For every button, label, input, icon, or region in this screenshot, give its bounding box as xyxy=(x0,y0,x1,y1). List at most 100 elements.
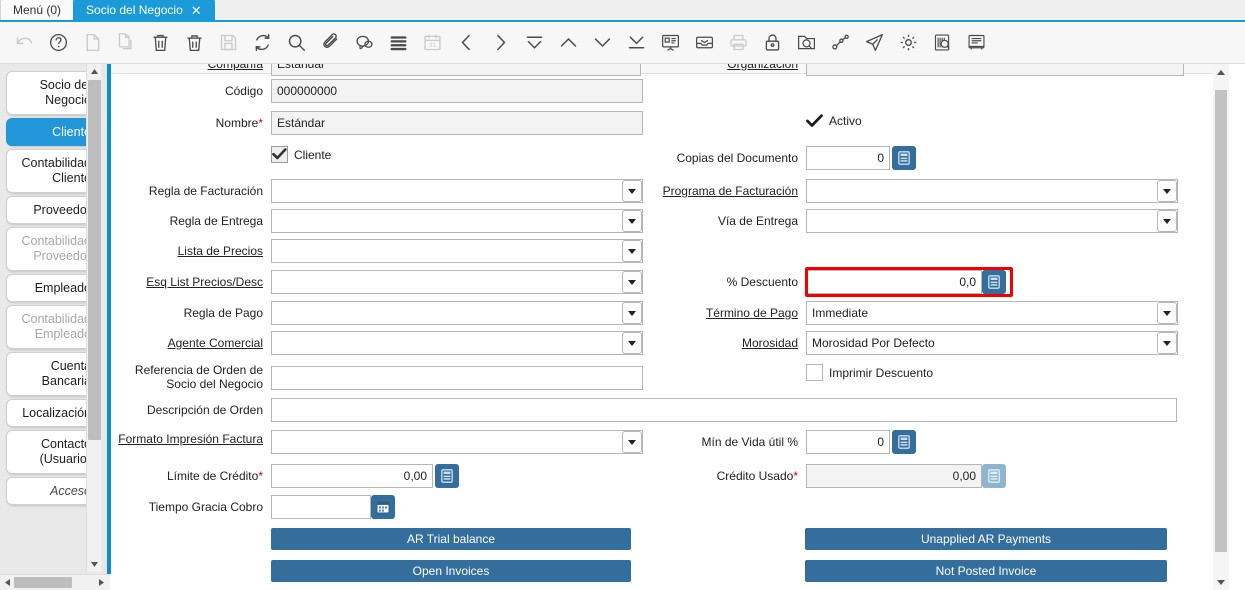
sidebar-item-acceso[interactable]: Acceso xyxy=(6,477,98,505)
field-imprimir-descuento-checkbox[interactable]: Imprimir Descuento xyxy=(806,364,933,381)
refresh-icon[interactable] xyxy=(246,27,278,59)
cliente-checkbox[interactable] xyxy=(271,146,288,163)
form-scroll-thumb[interactable] xyxy=(1215,90,1227,552)
field-nombre-input[interactable]: Estándar xyxy=(271,111,643,135)
calculator-icon[interactable] xyxy=(892,430,916,454)
field-agente-comercial-label[interactable]: Agente Comercial xyxy=(111,336,263,350)
close-icon[interactable]: ✕ xyxy=(191,4,202,17)
calendar-icon[interactable]: 31 xyxy=(416,27,448,59)
field-regla-facturacion-combo[interactable] xyxy=(271,179,643,203)
sidebar-item-contacto-usuario[interactable]: Contacto (Usuario) xyxy=(6,430,98,474)
sidebar-horizontal-scrollbar[interactable] xyxy=(0,574,110,590)
chevron-down-icon[interactable] xyxy=(1157,210,1177,232)
scroll-left-arrow-icon[interactable] xyxy=(0,578,14,587)
help-icon[interactable] xyxy=(42,27,74,59)
chevron-down-icon[interactable] xyxy=(1157,302,1177,324)
first-record-icon[interactable] xyxy=(518,27,550,59)
chat-icon[interactable] xyxy=(348,27,380,59)
calculator-icon[interactable] xyxy=(435,464,459,488)
field-lista-precios-label[interactable]: Lista de Precios xyxy=(111,244,263,258)
unapplied-ar-payments-button[interactable]: Unapplied AR Payments xyxy=(805,528,1167,550)
scroll-down-arrow-icon[interactable] xyxy=(1213,574,1229,590)
up-icon[interactable] xyxy=(552,27,584,59)
open-invoices-button[interactable]: Open Invoices xyxy=(271,560,631,582)
ar-trial-balance-button[interactable]: AR Trial balance xyxy=(271,528,631,550)
field-agente-comercial-combo[interactable] xyxy=(271,331,643,355)
field-programa-facturacion-combo[interactable] xyxy=(806,179,1178,203)
previous-icon[interactable] xyxy=(450,27,482,59)
report-icon[interactable] xyxy=(654,27,686,59)
undo-icon[interactable] xyxy=(8,27,40,59)
field-esq-list-precios-combo[interactable] xyxy=(271,270,643,294)
chevron-down-icon[interactable] xyxy=(622,240,642,262)
last-record-icon[interactable] xyxy=(620,27,652,59)
activo-checkbox[interactable] xyxy=(806,112,823,129)
field-termino-pago-combo[interactable]: Immediate xyxy=(806,301,1178,325)
field-programa-facturacion-label[interactable]: Programa de Facturación xyxy=(638,184,798,198)
sidebar-hscroll-thumb[interactable] xyxy=(14,577,72,588)
field-formato-impresion-combo[interactable] xyxy=(271,430,643,454)
field-descuento-input[interactable]: 0,0 xyxy=(806,270,982,294)
product-info-icon[interactable] xyxy=(926,27,958,59)
next-icon[interactable] xyxy=(484,27,516,59)
field-codigo-input[interactable]: 000000000 xyxy=(271,79,643,103)
field-activo-checkbox[interactable]: Activo xyxy=(806,112,862,129)
delete-selection-icon[interactable] xyxy=(178,27,210,59)
scroll-up-arrow-icon[interactable] xyxy=(1213,64,1229,80)
request-icon[interactable] xyxy=(960,27,992,59)
sidebar-item-localizacion[interactable]: Localización xyxy=(6,399,98,427)
field-copias-documento-input[interactable]: 0 xyxy=(806,146,890,170)
field-organizacion-input[interactable] xyxy=(806,64,1184,76)
sidebar-item-empleado[interactable]: Empleado xyxy=(6,274,98,302)
tab-menu[interactable]: Menú (0) xyxy=(0,0,74,20)
sidebar-vertical-scrollbar[interactable] xyxy=(86,64,101,572)
grid-toggle-icon[interactable] xyxy=(382,27,414,59)
archive-icon[interactable] xyxy=(688,27,720,59)
imprimir-descuento-checkbox[interactable] xyxy=(806,364,823,381)
workflow-icon[interactable] xyxy=(824,27,856,59)
sidebar-item-cuenta-bancaria[interactable]: Cuenta Bancaria xyxy=(6,352,98,396)
chevron-down-icon[interactable] xyxy=(1157,180,1177,202)
calculator-icon[interactable] xyxy=(982,270,1006,294)
field-termino-pago-label[interactable]: Término de Pago xyxy=(638,306,798,320)
lock-icon[interactable] xyxy=(756,27,788,59)
sidebar-item-contabilidad-cliente[interactable]: Contabilidad Cliente xyxy=(6,149,98,193)
send-icon[interactable] xyxy=(858,27,890,59)
field-morosidad-combo[interactable]: Morosidad Por Defecto xyxy=(806,331,1178,355)
new-record-icon[interactable] xyxy=(76,27,108,59)
field-referencia-orden-input[interactable] xyxy=(271,366,643,390)
sidebar-item-proveedor[interactable]: Proveedor xyxy=(6,196,98,224)
field-tiempo-gracia-input[interactable] xyxy=(271,495,371,519)
copy-record-icon[interactable] xyxy=(110,27,142,59)
sidebar-scroll-thumb[interactable] xyxy=(88,80,101,440)
field-formato-impresion-label[interactable]: Formato Impresión Factura xyxy=(111,427,263,446)
not-posted-invoice-button[interactable]: Not Posted Invoice xyxy=(805,560,1167,582)
zoom-across-icon[interactable] xyxy=(790,27,822,59)
search-icon[interactable] xyxy=(280,27,312,59)
field-limite-credito-input[interactable]: 0,00 xyxy=(271,464,433,488)
sidebar-item-socio-del-negocio[interactable]: Socio del Negocio xyxy=(6,71,98,115)
field-morosidad-label[interactable]: Morosidad xyxy=(638,336,798,350)
chevron-down-icon[interactable] xyxy=(1157,332,1177,354)
calendar-icon[interactable] xyxy=(371,495,395,519)
field-regla-entrega-combo[interactable] xyxy=(271,209,643,233)
field-cliente-checkbox[interactable]: Cliente xyxy=(271,146,331,163)
tab-socio-del-negocio[interactable]: Socio del Negocio ✕ xyxy=(73,0,215,20)
delete-icon[interactable] xyxy=(144,27,176,59)
field-compania-input[interactable]: Estándar xyxy=(271,64,641,76)
save-icon[interactable] xyxy=(212,27,244,59)
field-min-vida-util-input[interactable]: 0 xyxy=(806,430,890,454)
calculator-icon[interactable] xyxy=(892,146,916,170)
down-icon[interactable] xyxy=(586,27,618,59)
settings-icon[interactable] xyxy=(892,27,924,59)
sidebar-item-cliente[interactable]: Cliente xyxy=(6,118,98,146)
field-regla-pago-combo[interactable] xyxy=(271,301,643,325)
field-descripcion-orden-input[interactable] xyxy=(271,398,1177,422)
field-via-entrega-combo[interactable] xyxy=(806,209,1178,233)
scroll-right-arrow-icon[interactable] xyxy=(94,578,108,587)
scroll-up-arrow-icon[interactable] xyxy=(87,64,102,79)
scroll-down-arrow-icon[interactable] xyxy=(87,557,102,572)
field-esq-list-precios-label[interactable]: Esq List Precios/Desc xyxy=(111,275,263,289)
attachment-icon[interactable] xyxy=(314,27,346,59)
field-lista-precios-combo[interactable] xyxy=(271,239,643,263)
